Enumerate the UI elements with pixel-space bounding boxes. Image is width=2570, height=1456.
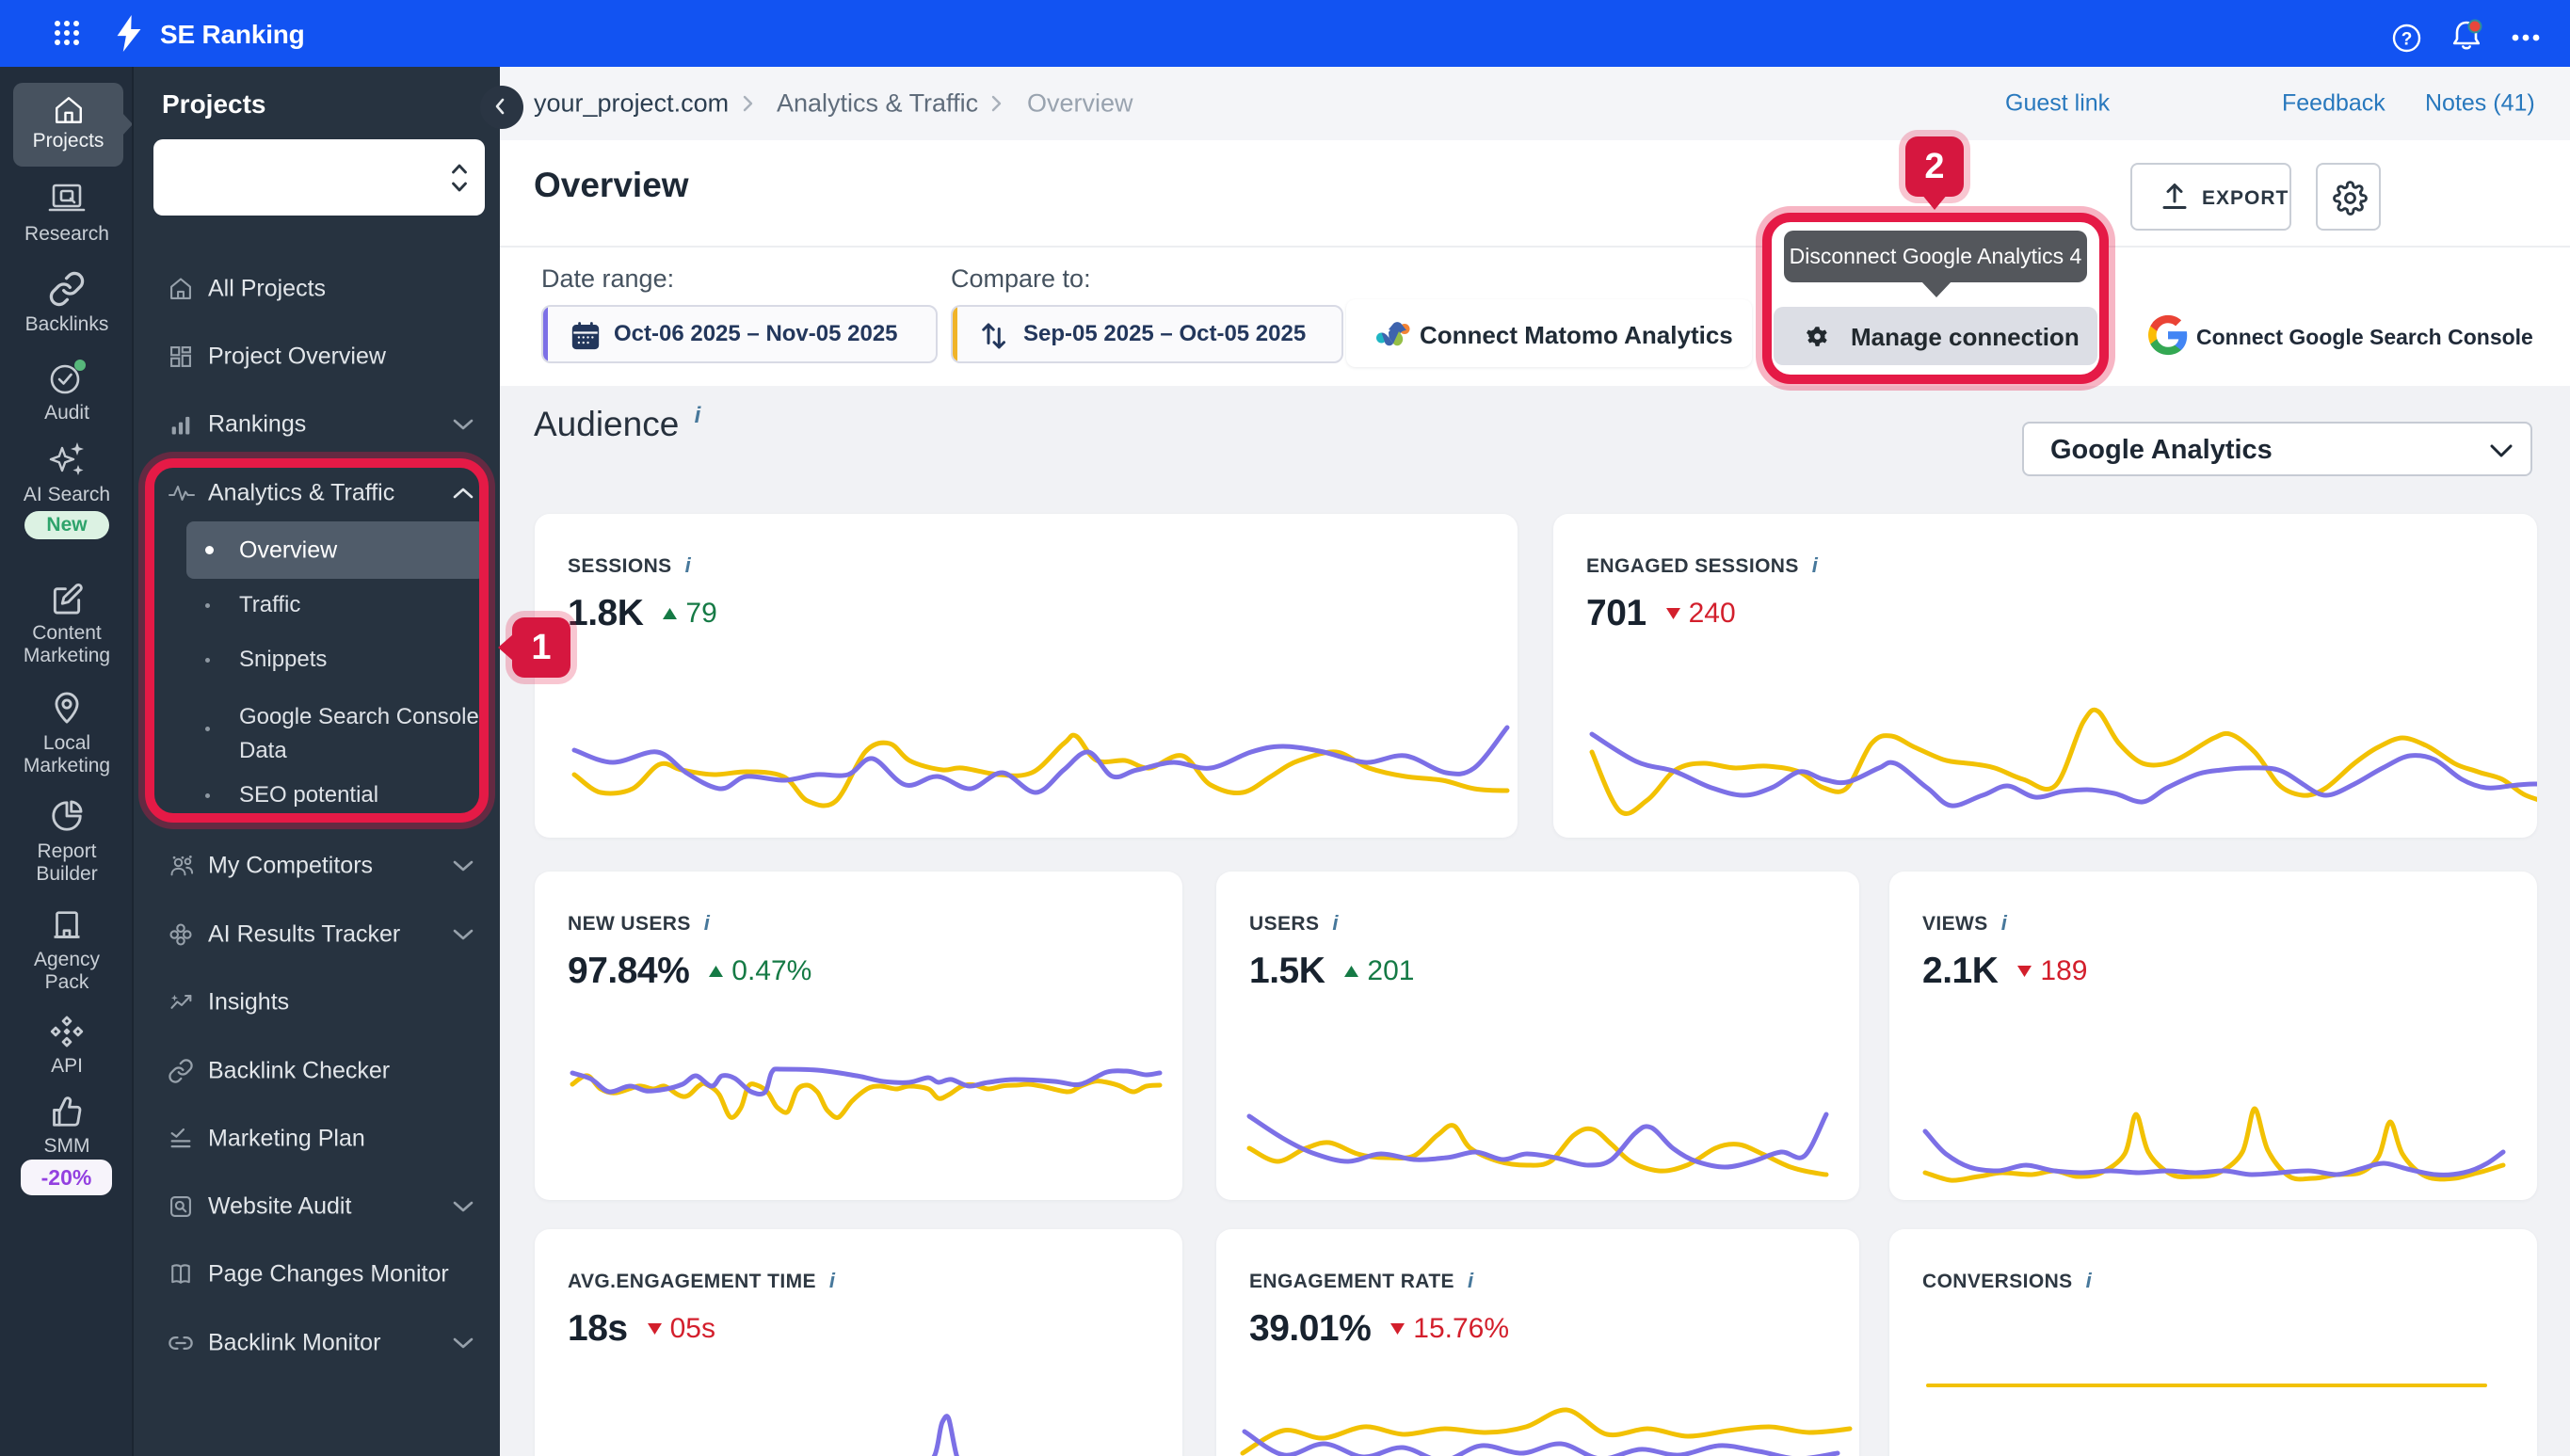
svg-text:?: ? <box>2401 30 2413 50</box>
